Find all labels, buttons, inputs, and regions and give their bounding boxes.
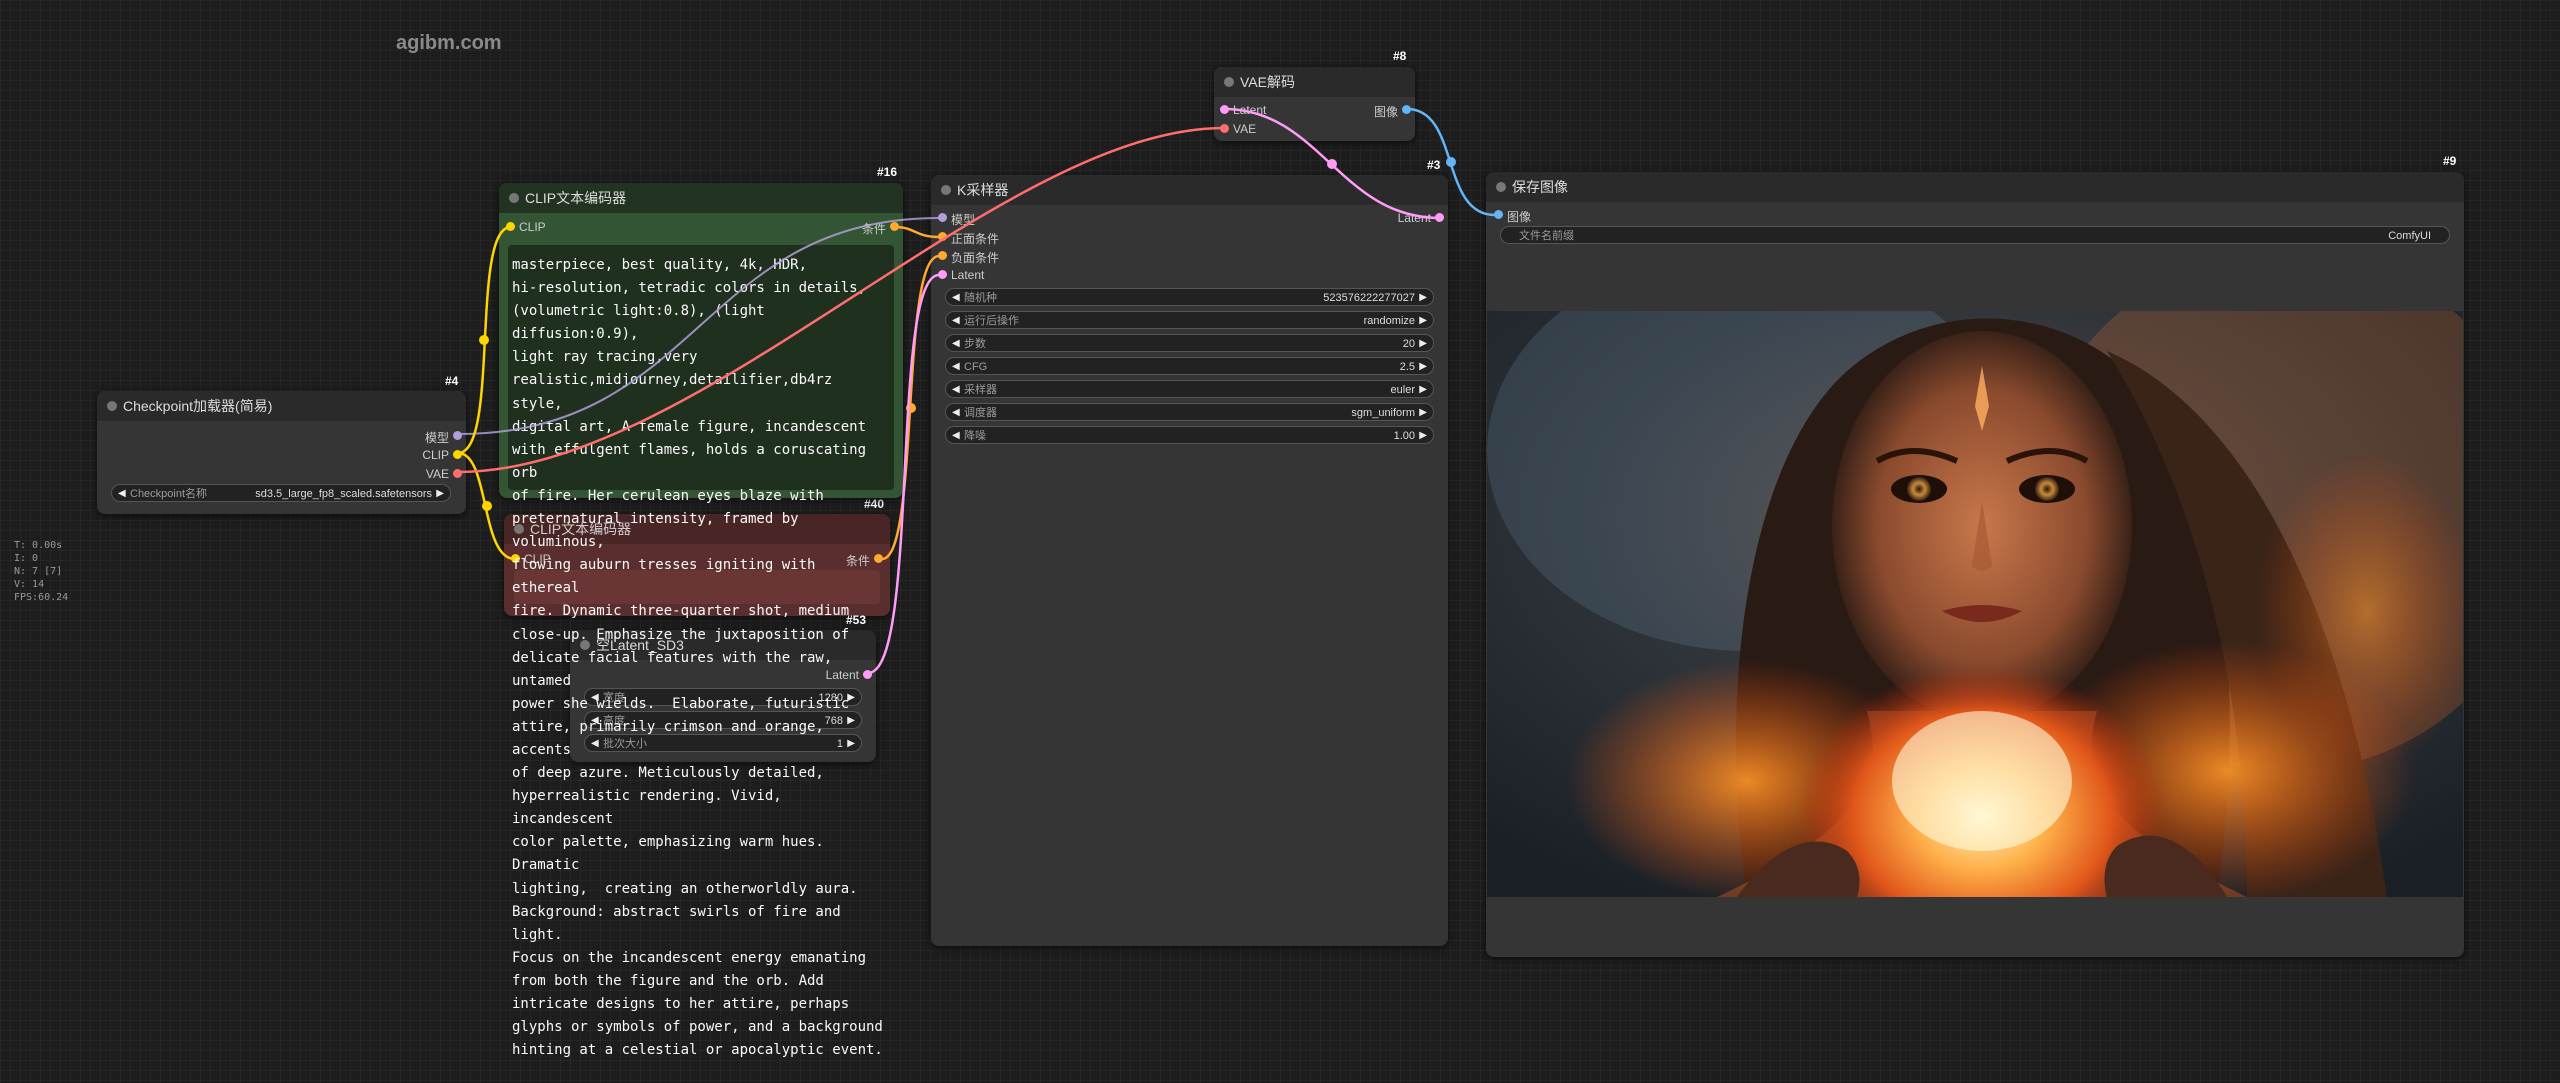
fire-orb-woman-image [1487,311,2463,897]
clip-node-title[interactable]: CLIP文本编码器 [499,183,903,213]
image-port-icon[interactable] [1494,210,1503,219]
save-node-title[interactable]: 保存图像 [1486,172,2464,202]
arrow-left-icon[interactable]: ◀ [952,404,960,422]
arrow-right-icon[interactable]: ▶ [1419,312,1427,330]
watermark: agibm.com [396,32,502,54]
arrow-left-icon[interactable]: ◀ [952,335,960,353]
output-vae[interactable]: VAE [426,467,462,481]
image-port-icon[interactable] [1402,105,1411,114]
clip-input-clip[interactable]: CLIP [506,220,546,234]
stat-time: T: 0.00s [14,540,63,551]
canvas-stats: T: 0.00s I: 0 N: 7 [7] V: 14 FPS:60.24 [14,539,68,604]
seed-widget[interactable]: ◀ 随机种 523576222277027 ▶ [945,288,1434,306]
arrow-left-icon[interactable]: ◀ [952,381,960,399]
arrow-left-icon[interactable]: ◀ [952,312,960,330]
vae-node-id: #8 [1393,49,1407,63]
prompt-textarea[interactable]: masterpiece, best quality, 4k, HDR, hi-r… [512,254,890,1062]
arrow-left-icon[interactable]: ◀ [118,485,126,503]
stat-i: I: 0 [14,553,39,564]
arrow-right-icon[interactable]: ▶ [1419,289,1427,307]
latent-port-icon[interactable] [1220,105,1229,114]
output-model[interactable]: 模型 [425,429,462,446]
conditioning-port-icon[interactable] [938,232,947,241]
model-port-icon[interactable] [938,213,947,222]
latent-port-icon[interactable] [1435,213,1444,222]
ksampler-input-positive[interactable]: 正面条件 [938,230,999,247]
clip-port-icon[interactable] [506,222,515,231]
ksampler-input-negative[interactable]: 负面条件 [938,249,999,266]
vae-input-latent[interactable]: Latent [1220,103,1266,117]
vae-input-vae[interactable]: VAE [1220,122,1256,136]
arrow-left-icon[interactable]: ◀ [952,289,960,307]
stat-v: V: 14 [14,579,45,590]
clip-port-icon[interactable] [453,450,462,459]
arrow-right-icon[interactable]: ▶ [1419,381,1427,399]
checkpoint-node-title[interactable]: Checkpoint加载器(简易) [97,391,466,421]
clip-node-id: #16 [877,165,898,179]
save-input-image[interactable]: 图像 [1494,208,1531,225]
collapse-dot-icon[interactable] [941,185,951,195]
checkpoint-node-title-text: Checkpoint加载器(简易) [123,398,273,414]
vae-decode-node[interactable]: VAE解码 Latent VAE 图像 [1214,67,1415,141]
ksampler-node[interactable]: K采样器 模型 正面条件 负面条件 Latent Latent ◀ 随机种 52… [931,175,1448,946]
arrow-right-icon[interactable]: ▶ [1419,335,1427,353]
model-port-icon[interactable] [453,431,462,440]
ksampler-node-id: #3 [1427,158,1441,172]
vae-port-icon[interactable] [453,469,462,478]
ksampler-input-latent[interactable]: Latent [938,268,984,282]
collapse-dot-icon[interactable] [1224,77,1234,87]
arrow-left-icon[interactable]: ◀ [952,427,960,445]
latent-port-icon[interactable] [938,270,947,279]
cfg-widget[interactable]: ◀ CFG 2.5 ▶ [945,357,1434,375]
checkpoint-loader-node[interactable]: Checkpoint加载器(简易) 模型 CLIP VAE ◀ Checkpoi… [97,391,466,514]
arrow-right-icon[interactable]: ▶ [1419,427,1427,445]
ksampler-node-title[interactable]: K采样器 [931,175,1448,205]
checkpoint-name-combo[interactable]: ◀ Checkpoint名称 sd3.5_large_fp8_scaled.sa… [111,484,451,502]
arrow-right-icon[interactable]: ▶ [1419,404,1427,422]
ksampler-output-latent[interactable]: Latent [1398,211,1444,225]
stat-fps: FPS:60.24 [14,592,69,603]
conditioning-port-icon[interactable] [938,251,947,260]
arrow-right-icon[interactable]: ▶ [436,485,444,503]
sampler-widget[interactable]: ◀ 采样器 euler ▶ [945,380,1434,398]
steps-widget[interactable]: ◀ 步数 20 ▶ [945,334,1434,352]
vae-output-image[interactable]: 图像 [1374,103,1411,120]
save-node-id: #9 [2443,154,2457,168]
collapse-dot-icon[interactable] [107,401,117,411]
collapse-dot-icon[interactable] [509,193,519,203]
arrow-right-icon[interactable]: ▶ [1419,358,1427,376]
conditioning-port-icon[interactable] [890,222,899,231]
stat-nodes: N: 7 [7] [14,566,63,577]
ksampler-input-model[interactable]: 模型 [938,211,975,228]
vae-port-icon[interactable] [1220,124,1229,133]
clip-output-conditioning[interactable]: 条件 [862,220,899,237]
collapse-dot-icon[interactable] [1496,182,1506,192]
control-after-generate-widget[interactable]: ◀ 运行后操作 randomize ▶ [945,311,1434,329]
arrow-left-icon[interactable]: ◀ [952,358,960,376]
output-clip[interactable]: CLIP [422,448,462,462]
denoise-widget[interactable]: ◀ 降噪 1.00 ▶ [945,426,1434,444]
scheduler-widget[interactable]: ◀ 调度器 sgm_uniform ▶ [945,403,1434,421]
checkpoint-node-id: #4 [445,374,459,388]
vae-node-title[interactable]: VAE解码 [1214,67,1415,97]
filename-prefix-input[interactable]: 文件名前缀 ComfyUI [1500,226,2450,244]
generated-image-preview[interactable] [1487,311,2463,897]
